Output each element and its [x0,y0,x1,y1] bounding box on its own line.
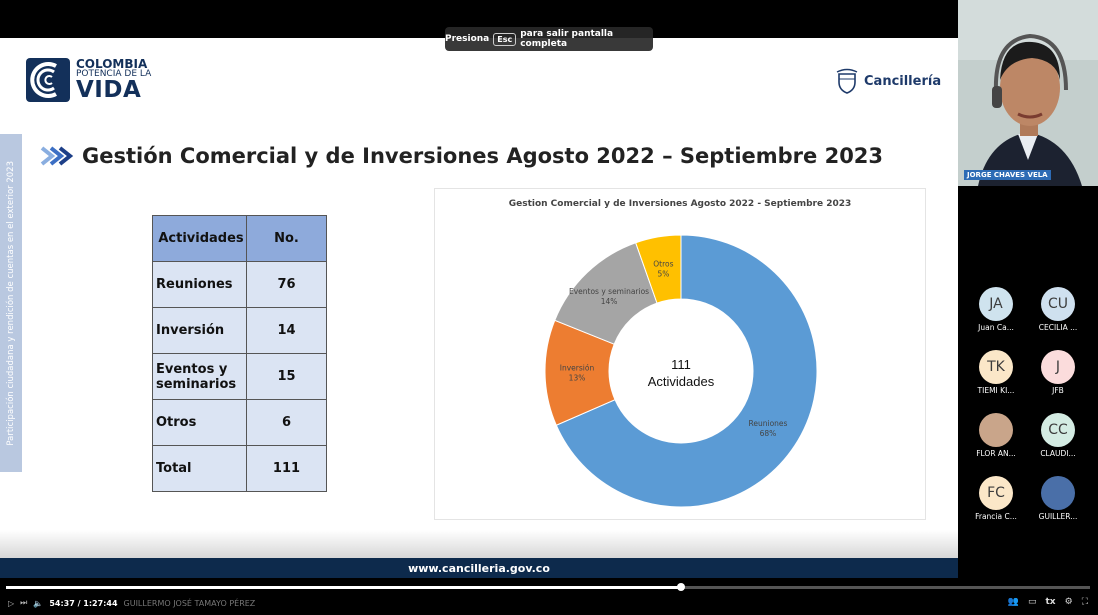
participant-tile[interactable]: CC CLAUDI... [1028,413,1088,461]
table-row: Total 111 [152,445,327,492]
side-tab: Participación ciudadana y rendición de c… [0,134,22,472]
progress-knob[interactable] [677,583,686,591]
avatar: JA [979,287,1013,321]
table-cell-value: 111 [246,445,327,492]
avatar: CC [1041,413,1075,447]
participant-name: Francia C... [975,512,1017,521]
player-left-controls: ▷ ⏭ 🔈 54:37 / 1:27:44 GUILLERMO JOSÉ TAM… [8,598,255,608]
colombia-logo-icon [26,58,70,102]
cancilleria-logo: Cancillería [835,68,941,94]
shared-slide: COLOMBIA POTENCIA DE LA VIDA Cancillería… [0,38,958,578]
play-icon[interactable]: ▷ [8,599,14,608]
table-row: Otros 6 [152,399,327,446]
people-icon[interactable]: 👥 [1008,597,1019,607]
table-row: Eventos y seminarios 15 [152,353,327,400]
avatar: TK [979,350,1013,384]
progress-fill [6,586,682,589]
slice-percent-inversion: 13% [569,373,586,382]
colombia-logo: COLOMBIA POTENCIA DE LA VIDA [26,58,151,102]
avatar-photo [979,413,1013,447]
table-cell-value: 14 [246,307,327,354]
table-row: Reuniones 76 [152,261,327,308]
donut-chart-card: Gestion Comercial y de Inversiones Agost… [434,188,926,520]
captions-button[interactable]: tx [1046,597,1056,607]
slide-footer: www.cancilleria.gov.co [0,558,958,578]
settings-icon[interactable]: ⚙ [1065,597,1073,607]
participant-tile[interactable]: FLOR AN... [966,413,1026,461]
esc-key-badge: Esc [493,32,517,46]
participant-tile[interactable]: FC Francia C... [966,476,1026,524]
next-icon[interactable]: ⏭ [20,598,27,608]
coat-of-arms-icon [836,68,858,94]
slice-label-reuniones: Reuniones [749,419,788,428]
table-header: No. [246,215,327,262]
double-chevron-icon [40,146,74,166]
participant-tile[interactable]: CU CECILIA ... [1028,287,1088,335]
table-cell-value: 76 [246,261,327,308]
avatar: CU [1041,287,1075,321]
fullscreen-exit-banner: Presiona Esc para salir pantalla complet… [445,27,653,51]
avatar: FC [979,476,1013,510]
participant-name: Juan Ca... [978,323,1014,332]
slide-title-row: Gestión Comercial y de Inversiones Agost… [40,144,883,168]
participant-name: CECILIA ... [1038,323,1078,332]
table-header: Actividades [152,215,247,262]
slice-label-inversion: Inversión [560,363,595,372]
participant-name: TIEMI KI... [977,386,1015,395]
player-right-controls: 👥 ▭ tx ⚙ ⛶ [1008,597,1088,607]
participant-tile[interactable]: JA Juan Ca... [966,287,1026,335]
chat-icon[interactable]: ▭ [1028,597,1037,607]
progress-bar[interactable] [6,583,1090,591]
participant-name: JFB [1052,386,1064,395]
presenter-name: GUILLERMO JOSÉ TAMAYO PÉREZ [123,598,256,608]
slice-label-eventos-y-seminarios: Eventos y seminarios [569,287,649,296]
table-cell-label: Total [152,445,247,492]
speaker-name-label: JORGE CHAVES VELA [964,170,1051,180]
banner-prefix: Presiona [445,34,490,44]
time-display: 54:37 / 1:27:44 [49,598,118,608]
table-cell-value: 15 [246,353,327,400]
footer-url: www.cancilleria.gov.co [408,561,550,575]
cancilleria-logo-text: Cancillería [864,73,942,89]
slide-bottom-fade [0,530,958,558]
player-controls: ▷ ⏭ 🔈 54:37 / 1:27:44 GUILLERMO JOSÉ TAM… [0,580,1098,615]
banner-suffix: para salir pantalla completa [520,29,614,49]
participants-panel: JORGE CHAVES VELA JA Juan Ca... CU CECIL… [958,0,1098,580]
table-cell-label: Eventos y seminarios [152,353,247,400]
speaker-figure [958,0,1098,186]
avatar-photo [1041,476,1075,510]
table-cell-label: Reuniones [152,261,247,308]
slice-percent-otros: 5% [657,269,669,278]
table-row: Inversión 14 [152,307,327,354]
fullscreen-icon[interactable]: ⛶ [1082,597,1088,607]
participant-name: GUILLER... [1038,512,1078,521]
slice-label-otros: Otros [653,259,673,268]
meeting-window: Presiona Esc para salir pantalla complet… [0,0,1098,615]
donut-center-label: Actividades [648,374,715,389]
slice-percent-eventos-y-seminarios: 14% [601,297,618,306]
participant-tile[interactable]: J JFB [1028,350,1088,398]
activities-table: Actividades No. Reuniones 76 Inversión 1… [152,215,327,492]
donut-chart: Reuniones68% Inversión13% Eventos y semina… [544,234,818,508]
logo-line-3: VIDA [76,77,142,103]
side-tab-label: Participación ciudadana y rendición de c… [6,160,16,446]
participant-tile[interactable]: GUILLER... [1028,476,1088,524]
speaker-video[interactable]: JORGE CHAVES VELA [958,0,1098,186]
participant-name: FLOR AN... [976,449,1016,458]
table-header-row: Actividades No. [152,215,327,262]
avatar: J [1041,350,1075,384]
table-cell-value: 6 [246,399,327,446]
volume-icon[interactable]: 🔈 [33,599,43,608]
donut-center-value: 111 [671,357,691,372]
table-cell-label: Inversión [152,307,247,354]
participant-name: CLAUDI... [1040,449,1076,458]
slice-percent-reuniones: 68% [760,429,777,438]
participant-tile[interactable]: TK TIEMI KI... [966,350,1026,398]
table-cell-label: Otros [152,399,247,446]
slide-title: Gestión Comercial y de Inversiones Agost… [82,144,884,168]
